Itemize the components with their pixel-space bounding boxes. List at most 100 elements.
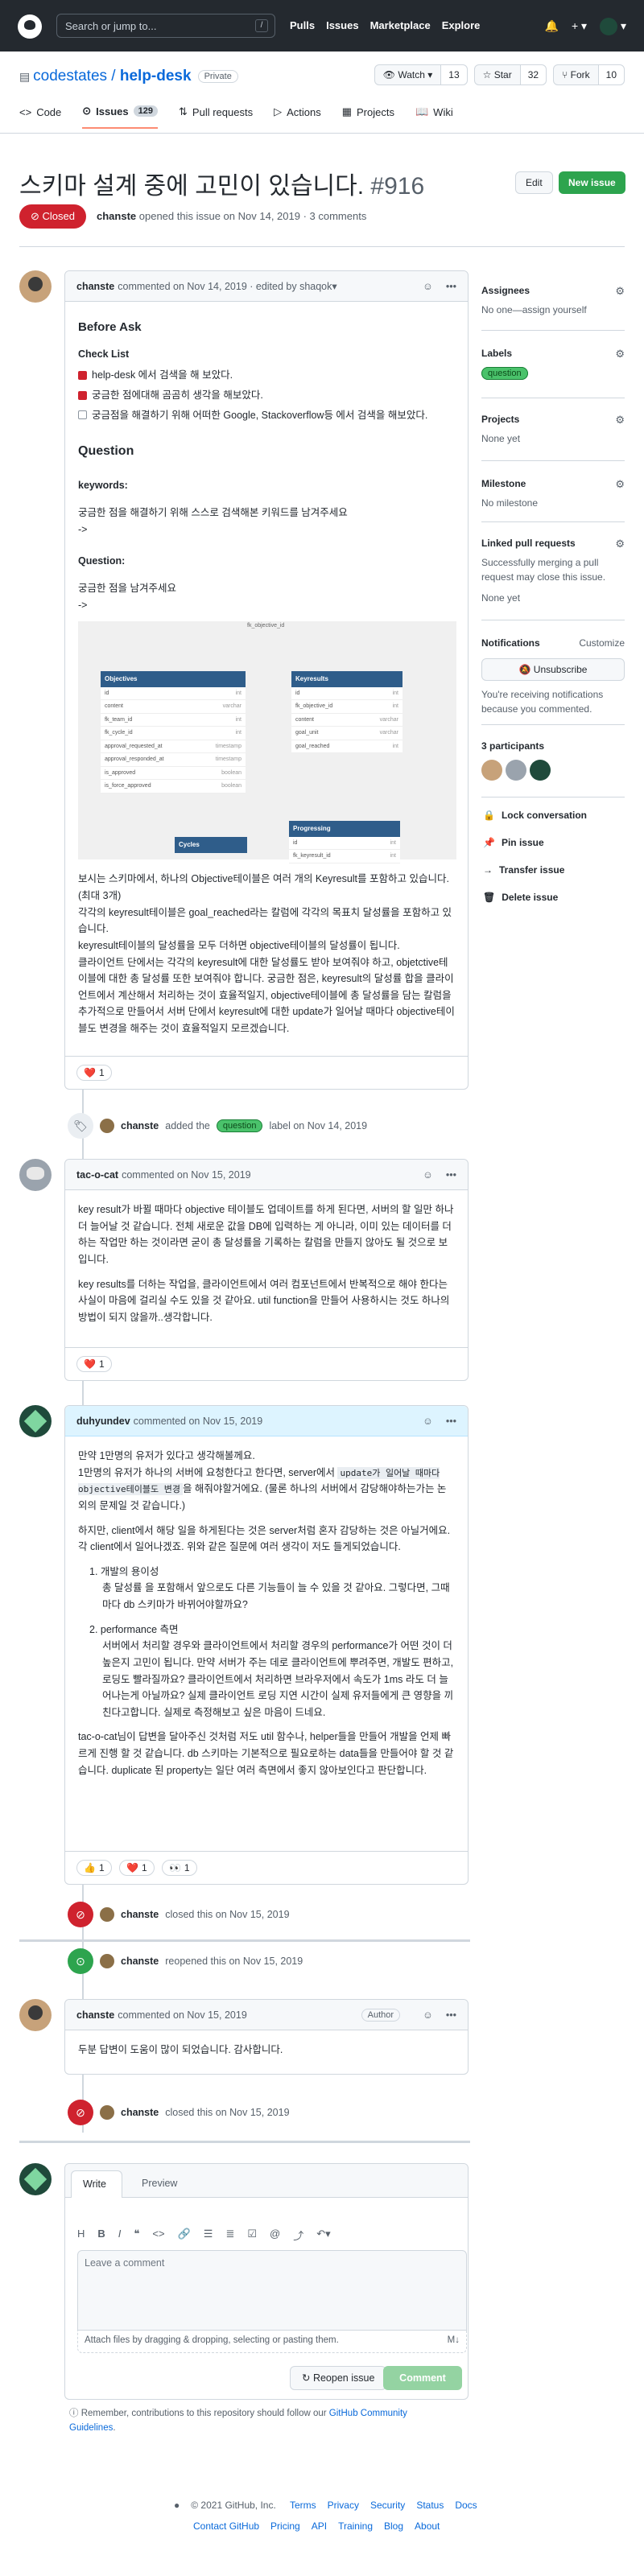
avatar[interactable] [100, 1119, 114, 1133]
event-author[interactable]: chanste [121, 1909, 159, 1920]
task-list-icon[interactable]: ☑ [247, 2228, 257, 2243]
comment-textarea[interactable]: Leave a comment [77, 2250, 467, 2331]
footer-link[interactable]: Pricing [270, 2520, 300, 2532]
repo-name-link[interactable]: help-desk [120, 68, 192, 84]
footer-link[interactable]: Status [416, 2500, 444, 2511]
footer-link[interactable]: Privacy [328, 2500, 359, 2511]
comment-author[interactable]: chanste [76, 281, 114, 292]
participant-avatar[interactable] [530, 760, 551, 781]
footer-link[interactable]: Contact GitHub [193, 2520, 259, 2532]
bell-icon[interactable]: 🔔 [545, 19, 559, 32]
smiley-icon[interactable]: ☺ [423, 281, 433, 292]
code-icon[interactable]: <> [152, 2228, 164, 2243]
quote-icon[interactable]: ❝ [134, 2228, 139, 2243]
kebab-menu-icon[interactable]: ••• [446, 1169, 456, 1181]
event-author[interactable]: chanste [121, 2107, 159, 2118]
nav-pulls[interactable]: Pulls [290, 19, 315, 31]
edit-button[interactable]: Edit [515, 171, 553, 194]
avatar[interactable] [100, 2105, 114, 2120]
comment-author[interactable]: tac-o-cat [76, 1169, 118, 1181]
nav-explore[interactable]: Explore [442, 19, 481, 31]
tab-preview[interactable]: Preview [142, 2178, 177, 2189]
reaction-heart[interactable]: ❤️ 1 [76, 1356, 112, 1372]
smiley-icon[interactable]: ☺ [423, 1169, 433, 1181]
reopen-issue-button[interactable]: ↻ Reopen issue [290, 2366, 387, 2390]
watch-button[interactable]: 👁 Watch ▾ 13 [374, 64, 468, 85]
footer-link[interactable]: Terms [290, 2500, 316, 2511]
customize-link[interactable]: Customize [579, 637, 625, 649]
search-input[interactable]: Search or jump to... / [56, 14, 275, 38]
italic-icon[interactable]: I [118, 2228, 122, 2243]
avatar[interactable] [100, 1907, 114, 1922]
gear-icon[interactable]: ⚙ [615, 285, 625, 298]
footer-link[interactable]: Security [370, 2500, 405, 2511]
numbered-list-icon[interactable]: ≣ [225, 2228, 234, 2243]
issue-author[interactable]: chanste [97, 210, 136, 222]
avatar-duhyundev[interactable] [19, 1405, 52, 1437]
reaction-eyes[interactable]: 👀 1 [161, 1860, 197, 1876]
checkbox-unchecked[interactable] [78, 410, 87, 420]
tab-wiki[interactable]: 📖 Wiki [415, 105, 453, 129]
attach-files-area[interactable]: Attach files by dragging & dropping, sel… [77, 2331, 467, 2353]
star-count[interactable]: 32 [519, 65, 547, 84]
fork-button[interactable]: ⑂ Fork 10 [553, 64, 625, 85]
label-question[interactable]: question [481, 367, 528, 380]
event-author[interactable]: chanste [121, 1120, 159, 1131]
avatar[interactable] [19, 2163, 52, 2195]
link-icon[interactable]: 🔗 [178, 2228, 191, 2243]
star-button[interactable]: ☆ Star 32 [473, 64, 547, 85]
smiley-icon[interactable]: ☺ [423, 2009, 433, 2021]
plus-icon[interactable]: + ▾ [572, 19, 587, 32]
reply-icon[interactable]: ↶▾ [316, 2228, 330, 2243]
footer-link[interactable]: API [312, 2520, 327, 2532]
avatar[interactable]: ▾ [600, 18, 626, 35]
kebab-menu-icon[interactable]: ••• [446, 1416, 456, 1427]
github-logo-icon[interactable] [18, 14, 42, 39]
avatar[interactable] [100, 1954, 114, 1968]
transfer-issue-link[interactable]: → Transfer issue [483, 864, 564, 876]
tab-projects[interactable]: ▦ Projects [342, 105, 394, 129]
comment-author[interactable]: chanste [76, 2009, 114, 2021]
tab-write[interactable]: Write [71, 2170, 122, 2198]
pin-issue-link[interactable]: 📌 Pin issue [483, 837, 544, 848]
label-question[interactable]: question [216, 1119, 263, 1132]
kebab-menu-icon[interactable]: ••• [446, 2009, 456, 2021]
reference-icon[interactable]: ⤴ [293, 2228, 303, 2243]
delete-issue-link[interactable]: 🗑 Delete issue [483, 892, 558, 903]
comment-author[interactable]: duhyundev [76, 1416, 130, 1427]
footer-link[interactable]: Blog [384, 2520, 403, 2532]
reaction-heart[interactable]: ❤️ 1 [118, 1860, 155, 1876]
smiley-icon[interactable]: ☺ [423, 1416, 433, 1427]
footer-link[interactable]: About [415, 2520, 440, 2532]
repo-owner-link[interactable]: codestates [33, 68, 107, 84]
new-issue-button[interactable]: New issue [559, 171, 625, 194]
event-author[interactable]: chanste [121, 1956, 159, 1967]
bulleted-list-icon[interactable]: ☰ [204, 2228, 213, 2243]
tab-issues[interactable]: ⊙ Issues 129 [82, 105, 159, 129]
avatar-tac-o-cat[interactable] [19, 1159, 52, 1191]
participant-avatar[interactable] [506, 760, 526, 781]
checkbox-checked[interactable] [78, 390, 87, 400]
tab-code[interactable]: <> Code [19, 105, 61, 129]
participant-avatar[interactable] [481, 760, 502, 781]
nav-marketplace[interactable]: Marketplace [370, 19, 431, 31]
reaction-thumbs-up[interactable]: 👍 1 [76, 1860, 112, 1876]
schema-diagram-image[interactable]: fk_objective_id Objectives id int content v… [78, 621, 456, 863]
tab-pull-requests[interactable]: ⇅ Pull requests [179, 105, 253, 129]
nav-issues[interactable]: Issues [326, 19, 358, 31]
reaction-heart[interactable]: ❤️ 1 [76, 1065, 112, 1081]
lock-conversation-link[interactable]: 🔒 Lock conversation [483, 810, 587, 821]
footer-link[interactable]: Docs [455, 2500, 477, 2511]
avatar-chanste[interactable] [19, 1999, 52, 2031]
heading-icon[interactable]: H [77, 2228, 85, 2243]
mention-icon[interactable]: @ [270, 2228, 280, 2243]
watch-count[interactable]: 13 [440, 65, 467, 84]
gear-icon[interactable]: ⚙ [615, 348, 625, 361]
gear-icon[interactable]: ⚙ [615, 538, 625, 550]
bold-icon[interactable]: B [97, 2228, 105, 2243]
gear-icon[interactable]: ⚙ [615, 414, 625, 427]
kebab-menu-icon[interactable]: ••• [446, 281, 456, 292]
tab-actions[interactable]: ▷ Actions [274, 105, 321, 129]
avatar-chanste[interactable] [19, 270, 52, 303]
gear-icon[interactable]: ⚙ [615, 478, 625, 491]
